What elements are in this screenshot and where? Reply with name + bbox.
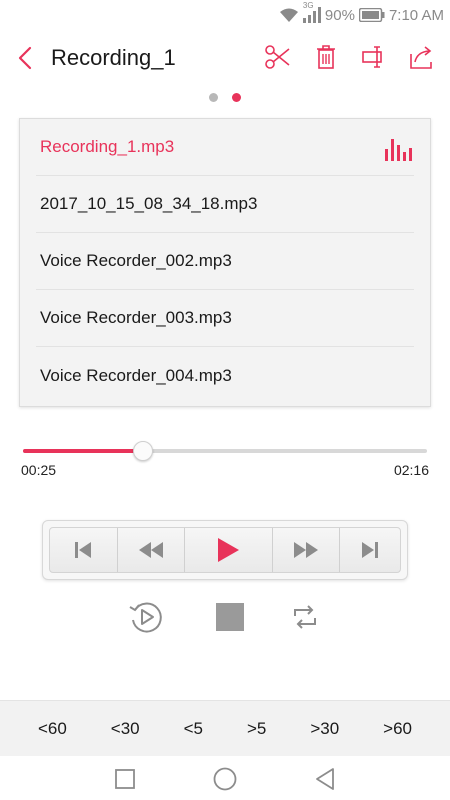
playlist-card: Recording_1.mp3 2017_10_15_08_34_18.mp3 … <box>19 118 431 407</box>
skip-forward-60-button[interactable]: >60 <box>379 713 416 745</box>
current-time: 00:25 <box>21 462 57 478</box>
repeat-button[interactable] <box>285 597 325 637</box>
play-button[interactable] <box>185 528 273 572</box>
recent-apps-icon <box>115 769 135 789</box>
skip-next-icon <box>362 542 379 558</box>
status-bar: 3G 90% 7:10 AM <box>0 0 450 30</box>
skip-forward-30-button[interactable]: >30 <box>306 713 343 745</box>
skip-back-5-button[interactable]: <5 <box>180 713 207 745</box>
fast-forward-icon <box>294 542 319 558</box>
skip-previous-button[interactable] <box>50 528 118 572</box>
skip-back-60-button[interactable]: <60 <box>34 713 71 745</box>
skip-previous-icon <box>75 542 92 558</box>
progress-thumb[interactable] <box>133 441 154 461</box>
rename-icon <box>362 46 382 68</box>
list-item[interactable]: Voice Recorder_004.mp3 <box>36 347 414 404</box>
page-indicator <box>0 93 450 102</box>
list-item[interactable]: Voice Recorder_002.mp3 <box>36 233 414 290</box>
wifi-icon <box>279 8 298 22</box>
status-icons: 3G 90% 7:10 AM <box>279 1 444 25</box>
repeat-icon <box>294 605 316 629</box>
home-icon <box>213 767 237 791</box>
system-nav-bar <box>0 756 450 800</box>
file-name: Voice Recorder_003.mp3 <box>40 308 232 327</box>
stop-button[interactable] <box>210 597 250 637</box>
trash-icon <box>317 45 335 69</box>
skip-back-30-button[interactable]: <30 <box>107 713 144 745</box>
stop-icon <box>216 603 244 631</box>
page-title: Recording_1 <box>51 45 176 70</box>
skip-next-button[interactable] <box>340 528 400 572</box>
clock: 7:10 AM <box>388 6 444 24</box>
replay-button[interactable] <box>126 597 166 637</box>
network-type: 3G <box>302 1 314 10</box>
list-item[interactable]: Voice Recorder_003.mp3 <box>36 290 414 347</box>
list-item[interactable]: Recording_1.mp3 <box>36 119 414 176</box>
back-button[interactable] <box>12 44 38 72</box>
progress-fill <box>23 449 144 453</box>
app-header: Recording_1 <box>0 34 450 82</box>
rewind-icon <box>138 542 163 558</box>
file-name: Recording_1.mp3 <box>40 137 175 156</box>
trim-button[interactable] <box>264 43 292 71</box>
home-button[interactable] <box>210 764 240 794</box>
share-button[interactable] <box>408 43 436 71</box>
transport-controls <box>42 520 408 580</box>
back-chevron-icon <box>18 46 32 70</box>
battery-icon <box>358 8 385 22</box>
page-dot-2[interactable] <box>232 93 241 102</box>
equalizer-icon <box>385 139 412 161</box>
nav-back-button[interactable] <box>310 764 340 794</box>
file-name: Voice Recorder_004.mp3 <box>40 365 232 385</box>
total-time: 02:16 <box>393 462 429 478</box>
file-name: Voice Recorder_002.mp3 <box>40 251 232 270</box>
rewind-button[interactable] <box>118 528 186 572</box>
scissors-icon <box>265 45 290 69</box>
header-actions <box>264 43 436 71</box>
file-name: 2017_10_15_08_34_18.mp3 <box>40 194 258 213</box>
delete-button[interactable] <box>312 43 340 71</box>
list-item[interactable]: 2017_10_15_08_34_18.mp3 <box>36 176 414 233</box>
battery-percent: 90% <box>324 6 355 24</box>
cell-signal-icon: 3G <box>302 1 321 23</box>
progress-slider[interactable] <box>23 441 427 461</box>
rename-button[interactable] <box>360 43 388 71</box>
extra-controls <box>0 597 450 637</box>
recent-apps-button[interactable] <box>110 764 140 794</box>
share-icon <box>410 46 432 69</box>
skip-bar: <60 <30 <5 >5 >30 >60 <box>0 700 450 756</box>
fast-forward-button[interactable] <box>273 528 341 572</box>
skip-forward-5-button[interactable]: >5 <box>243 713 270 745</box>
play-icon <box>218 538 240 562</box>
page-dot-1[interactable] <box>209 93 218 102</box>
replay-icon <box>129 602 162 633</box>
back-icon <box>316 768 334 790</box>
